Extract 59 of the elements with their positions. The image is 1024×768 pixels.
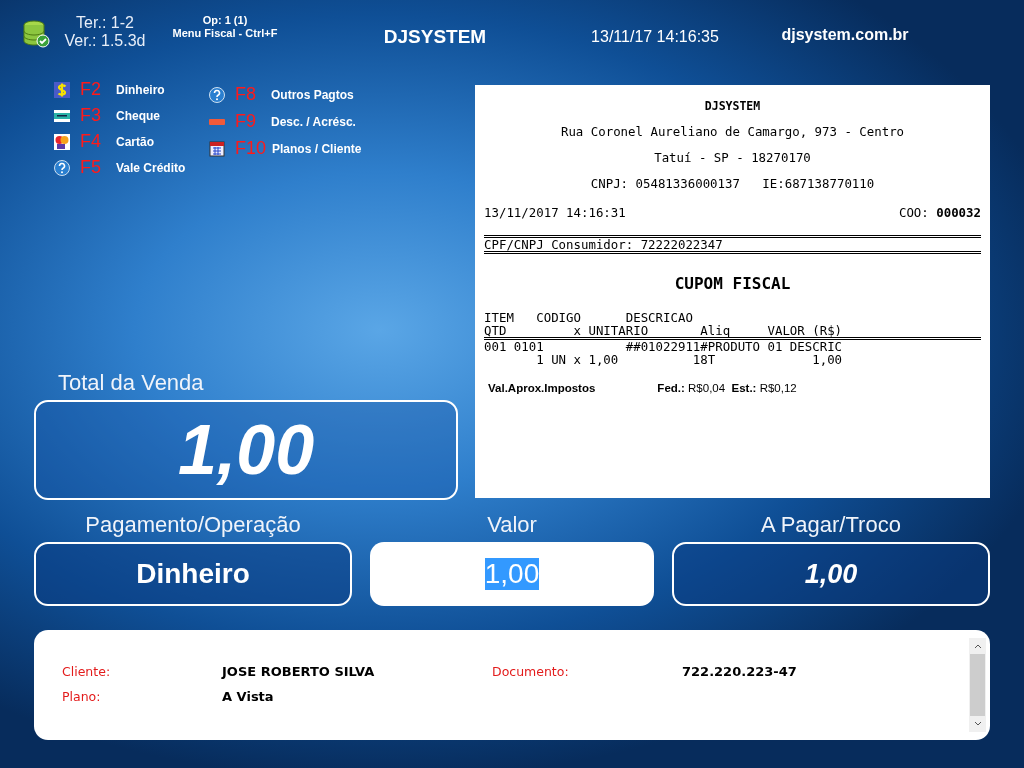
shortcut-label[interactable]: Cartão (116, 134, 154, 149)
receipt-item-line: 001 0101 ##01022911#PRODUTO 01 DESCRIC (484, 340, 844, 353)
change-display: 1,00 (672, 542, 990, 606)
receipt-coo: COO: 000032 (898, 205, 981, 221)
total-label: Total da Venda (58, 370, 205, 396)
minus-icon (209, 118, 225, 125)
receipt-tax-ids: CNPJ: 05481336000137 IE:687138770110 (589, 175, 876, 193)
info-value: 722.220.223-47 (682, 664, 798, 679)
calendar-icon (209, 140, 225, 157)
info-value: A Vista (222, 689, 275, 704)
terminal-label: Ter.: 1-2 (76, 14, 134, 32)
function-key: F8 (235, 84, 265, 105)
help-icon (209, 86, 225, 103)
field-label: Valor (487, 512, 537, 538)
receipt-title: CUPOM FISCAL (673, 274, 792, 293)
receipt-city: Tatuí - SP - 18270170 (653, 149, 812, 167)
receipt-datetime: 13/11/2017 14:16:31 (484, 205, 626, 221)
app-title: DJSYSTEM (382, 26, 488, 48)
shortcut-label[interactable]: Cheque (116, 108, 160, 123)
scroll-up-icon[interactable] (973, 644, 982, 649)
function-key: F5 (80, 157, 110, 178)
operator-label: Op: 1 (1) (202, 14, 248, 27)
function-key: F3 (80, 105, 110, 126)
tax-label: Val.Aprox.Impostos (488, 382, 596, 394)
database-check-icon (22, 20, 50, 48)
scroll-down-icon[interactable] (973, 721, 982, 726)
shortcut-label[interactable]: Vale Crédito (116, 160, 186, 175)
function-key: F9 (235, 111, 265, 132)
function-key: F2 (80, 79, 110, 100)
receipt-column-header: QTD x UNITARIO Aliq VALOR (R$) (484, 324, 844, 337)
function-key: F10 (235, 138, 267, 159)
info-label: Cliente: (62, 664, 112, 679)
money-icon (54, 81, 70, 98)
info-label: Plano: (62, 689, 102, 704)
website-label: djsystem.com.br (780, 26, 910, 44)
info-label: Documento: (492, 664, 570, 679)
help-icon (54, 159, 70, 176)
field-label: A Pagar/Troco (761, 512, 901, 538)
total-display: 1,00 (34, 400, 458, 500)
menu-hint: Menu Fiscal - Ctrl+F (172, 27, 278, 40)
field-label: Pagamento/Operação (85, 512, 301, 538)
info-value: JOSE ROBERTO SILVA (222, 664, 376, 679)
credit-card-icon (54, 133, 70, 150)
receipt-company: DJSYSTEM (703, 98, 762, 115)
receipt-consumer: CPF/CNPJ Consumidor: 72222022347 (484, 238, 724, 251)
receipt-item-line: 1 UN x 1,00 18T 1,00 (535, 353, 844, 366)
shortcut-label[interactable]: Desc. / Acrésc. (271, 114, 356, 129)
function-key: F4 (80, 131, 110, 152)
payment-display: Dinheiro (34, 542, 352, 606)
tax-values: Fed.: R$0,04 Est.: R$0,12 (657, 382, 797, 394)
shortcut-label[interactable]: Dinheiro (116, 82, 165, 97)
shortcut-label[interactable]: Planos / Cliente (272, 141, 362, 156)
shortcut-label[interactable]: Outros Pagtos (271, 87, 354, 102)
receipt-address: Rua Coronel Aureliano de Camargo, 973 - Centro (559, 123, 906, 141)
cheque-icon (54, 107, 70, 124)
version-label: Ver.: 1.5.3d (64, 32, 146, 50)
scrollbar[interactable] (969, 638, 986, 732)
receipt-column-header: ITEM CODIGO DESCRICAO (484, 311, 694, 324)
datetime-label: 13/11/17 14:16:35 (590, 28, 720, 46)
